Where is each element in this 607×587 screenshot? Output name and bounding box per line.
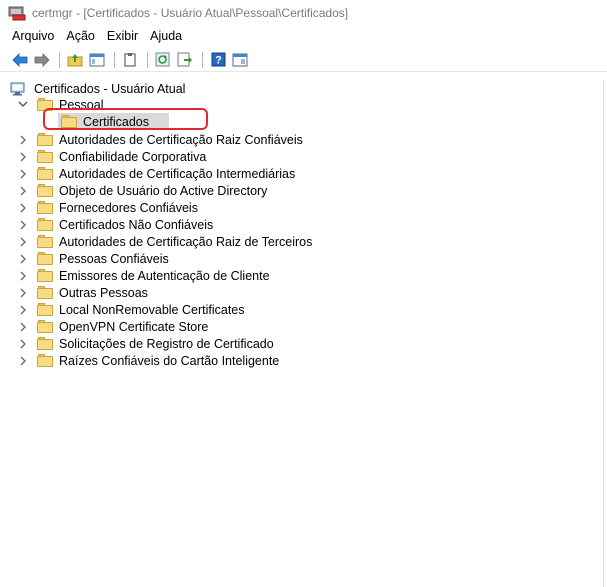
tree-item-label: Autoridades de Certificação Intermediári…: [59, 166, 296, 181]
toolbar-separator: [147, 51, 148, 68]
tree-item-label: Outras Pessoas: [59, 285, 148, 300]
forward-arrow-icon[interactable]: [32, 50, 52, 70]
console-tree-icon[interactable]: [87, 50, 107, 70]
console-tree: Certificados - Usuário Atual Pessoal Cer…: [0, 76, 607, 587]
tree-item[interactable]: Objeto de Usuário do Active Directory: [17, 182, 267, 199]
menu-bar: Arquivo Ação Exibir Ajuda: [0, 26, 607, 46]
toolbar: ?: [0, 48, 607, 72]
toolbar-separator: [59, 51, 60, 68]
tree-item[interactable]: Outras Pessoas: [17, 284, 148, 301]
chevron-right-icon[interactable]: [17, 201, 29, 215]
chevron-right-icon[interactable]: [17, 235, 29, 249]
folder-icon: [37, 184, 53, 197]
folder-icon: [37, 235, 53, 248]
folder-icon: [37, 252, 53, 265]
chevron-right-icon[interactable]: [17, 320, 29, 334]
tree-item[interactable]: Autoridades de Certificação Raiz de Terc…: [17, 233, 312, 250]
folder-icon: [37, 218, 53, 231]
refresh-icon[interactable]: [153, 50, 173, 70]
export-icon[interactable]: [175, 50, 195, 70]
up-folder-icon[interactable]: [65, 50, 85, 70]
tree-item-label: Solicitações de Registro de Certificado: [59, 336, 274, 351]
tree-item-label: OpenVPN Certificate Store: [59, 319, 209, 334]
chevron-right-icon[interactable]: [17, 354, 29, 368]
tree-item[interactable]: Autoridades de Certificação Raiz Confiáv…: [17, 131, 303, 148]
chevron-right-icon[interactable]: [17, 286, 29, 300]
back-arrow-icon[interactable]: [10, 50, 30, 70]
folder-icon: [37, 167, 53, 180]
tree-item-label: Autoridades de Certificação Raiz Confiáv…: [59, 132, 303, 147]
tree-item[interactable]: Autoridades de Certificação Intermediári…: [17, 165, 295, 182]
tree-item[interactable]: Emissores de Autenticação de Cliente: [17, 267, 270, 284]
certificate-store-icon: [10, 82, 28, 96]
chevron-right-icon[interactable]: [17, 218, 29, 232]
clipboard-icon[interactable]: [120, 50, 140, 70]
tree-item-label: Emissores de Autenticação de Cliente: [59, 268, 270, 283]
tree-item[interactable]: Raízes Confiáveis do Cartão Inteligente: [17, 352, 279, 369]
svg-text:?: ?: [215, 55, 222, 67]
window-title: certmgr - [Certificados - Usuário Atual\…: [32, 6, 349, 20]
chevron-right-icon[interactable]: [17, 252, 29, 266]
tree-item[interactable]: Solicitações de Registro de Certificado: [17, 335, 274, 352]
tree-item[interactable]: Pessoas Confiáveis: [17, 250, 169, 267]
toolbar-separator: [114, 51, 115, 68]
tree-item-label: Pessoas Confiáveis: [59, 251, 169, 266]
tree-item[interactable]: Confiabilidade Corporativa: [17, 148, 206, 165]
folder-icon: [37, 133, 53, 146]
help-icon[interactable]: ?: [208, 50, 228, 70]
tree-item[interactable]: Local NonRemovable Certificates: [17, 301, 245, 318]
tree-item-label: Autoridades de Certificação Raiz de Terc…: [59, 234, 313, 249]
folder-icon: [37, 269, 53, 282]
folder-icon: [37, 201, 53, 214]
chevron-right-icon[interactable]: [17, 269, 29, 283]
folder-icon: [37, 337, 53, 350]
tree-item-label: Local NonRemovable Certificates: [59, 302, 245, 317]
tree-item-label: Objeto de Usuário do Active Directory: [59, 183, 268, 198]
tree-root[interactable]: Certificados - Usuário Atual: [10, 80, 185, 97]
chevron-right-icon[interactable]: [17, 337, 29, 351]
folder-icon: [61, 115, 77, 128]
tree-item-label: Fornecedores Confiáveis: [59, 200, 198, 215]
menu-acao[interactable]: Ação: [66, 29, 95, 43]
chevron-right-icon[interactable]: [17, 167, 29, 181]
tree-item[interactable]: Fornecedores Confiáveis: [17, 199, 198, 216]
certmgr-app-icon: [8, 5, 26, 21]
toolbar-separator: [202, 51, 203, 68]
tree-item[interactable]: Certificados Não Confiáveis: [17, 216, 213, 233]
tree-root-label: Certificados - Usuário Atual: [34, 81, 186, 96]
menu-ajuda[interactable]: Ajuda: [150, 29, 182, 43]
folder-icon: [37, 286, 53, 299]
chevron-right-icon[interactable]: [17, 184, 29, 198]
menu-arquivo[interactable]: Arquivo: [12, 29, 54, 43]
tree-item-label: Certificados Não Confiáveis: [59, 217, 214, 232]
tree-item-label: Certificados: [83, 114, 149, 129]
tree-item-label: Raízes Confiáveis do Cartão Inteligente: [59, 353, 280, 368]
folder-icon: [37, 354, 53, 367]
menu-exibir[interactable]: Exibir: [107, 29, 138, 43]
folder-icon: [37, 150, 53, 163]
chevron-right-icon[interactable]: [17, 133, 29, 147]
tree-item[interactable]: OpenVPN Certificate Store: [17, 318, 208, 335]
tree-item-label: Confiabilidade Corporativa: [59, 149, 207, 164]
tree-item-certificados-selected[interactable]: Certificados: [61, 113, 149, 130]
chevron-right-icon[interactable]: [17, 150, 29, 164]
folder-icon: [37, 303, 53, 316]
title-bar: certmgr - [Certificados - Usuário Atual\…: [0, 0, 607, 26]
folder-icon: [37, 320, 53, 333]
chevron-down-icon[interactable]: [17, 98, 29, 112]
properties-icon[interactable]: [230, 50, 250, 70]
chevron-right-icon[interactable]: [17, 303, 29, 317]
